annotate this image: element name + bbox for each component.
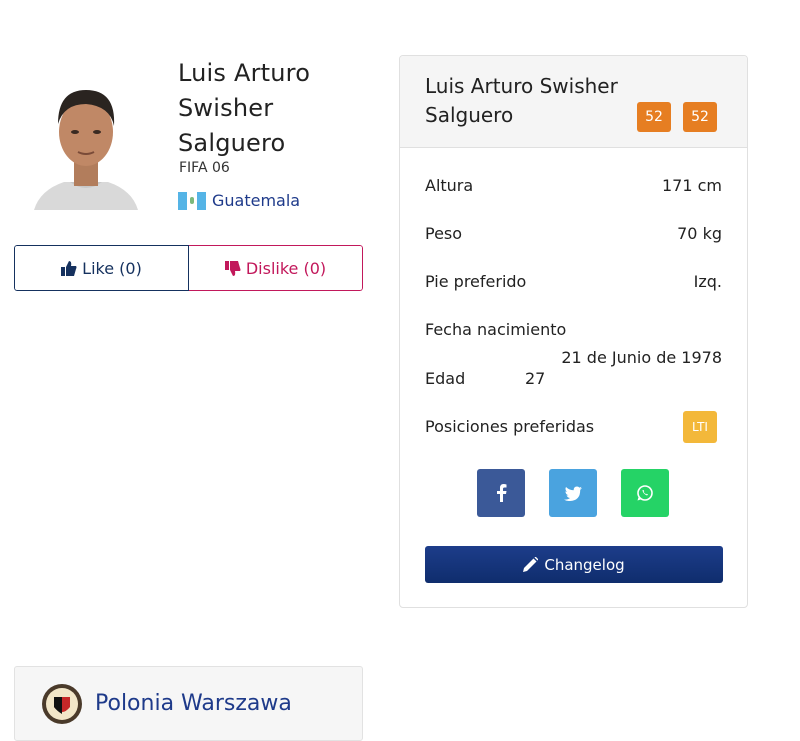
foot-value: Izq. bbox=[693, 272, 722, 291]
pencil-icon bbox=[523, 557, 539, 572]
player-name: Luis Arturo Swisher Salguero bbox=[178, 59, 311, 157]
dislike-button[interactable]: Dislike (0) bbox=[189, 245, 363, 291]
vote-buttons: Like (0) Dislike (0) bbox=[14, 245, 363, 291]
weight-value: 70 kg bbox=[677, 224, 722, 243]
thumbs-up-icon bbox=[61, 260, 77, 276]
nationality-label: Guatemala bbox=[212, 191, 301, 210]
player-info-card: Luis Arturo Swisher Salguero 52 52 Altur… bbox=[399, 55, 748, 608]
birth-label: Fecha nacimiento bbox=[425, 320, 567, 339]
age-label: Edad bbox=[425, 369, 466, 388]
club-link[interactable]: Polonia Warszawa bbox=[14, 666, 363, 741]
like-button[interactable]: Like (0) bbox=[14, 245, 189, 291]
like-label: Like (0) bbox=[82, 258, 142, 278]
position-badge: LTI bbox=[683, 411, 717, 443]
club-name: Polonia Warszawa bbox=[95, 691, 292, 716]
club-crest-icon bbox=[42, 683, 82, 724]
facebook-icon bbox=[497, 484, 507, 502]
age-value: 27 bbox=[525, 369, 546, 388]
dislike-label: Dislike (0) bbox=[245, 258, 327, 278]
share-facebook-button[interactable] bbox=[477, 469, 525, 517]
foot-label: Pie preferido bbox=[425, 272, 527, 291]
guatemala-flag-icon bbox=[178, 191, 206, 210]
weight-label: Peso bbox=[425, 224, 463, 243]
changelog-label: Changelog bbox=[544, 555, 625, 574]
changelog-button[interactable]: Changelog bbox=[425, 546, 723, 583]
twitter-icon bbox=[564, 486, 582, 501]
rating-badge: 52 bbox=[637, 102, 671, 132]
birth-value: 21 de Junio de 1978 bbox=[561, 348, 722, 367]
game-version: FIFA 06 bbox=[179, 160, 230, 176]
height-value: 171 cm bbox=[661, 176, 722, 195]
card-title: Luis Arturo Swisher Salguero bbox=[425, 74, 618, 127]
player-avatar bbox=[34, 90, 138, 210]
share-twitter-button[interactable] bbox=[549, 469, 597, 517]
share-whatsapp-button[interactable] bbox=[621, 469, 669, 517]
nationality[interactable]: Guatemala bbox=[178, 191, 300, 210]
positions-label: Posiciones preferidas bbox=[425, 417, 595, 436]
card-header: Luis Arturo Swisher Salguero 52 52 bbox=[400, 56, 747, 148]
thumbs-down-icon bbox=[224, 260, 241, 276]
height-label: Altura bbox=[425, 176, 474, 195]
whatsapp-icon bbox=[637, 485, 653, 501]
potential-badge: 52 bbox=[683, 102, 717, 132]
